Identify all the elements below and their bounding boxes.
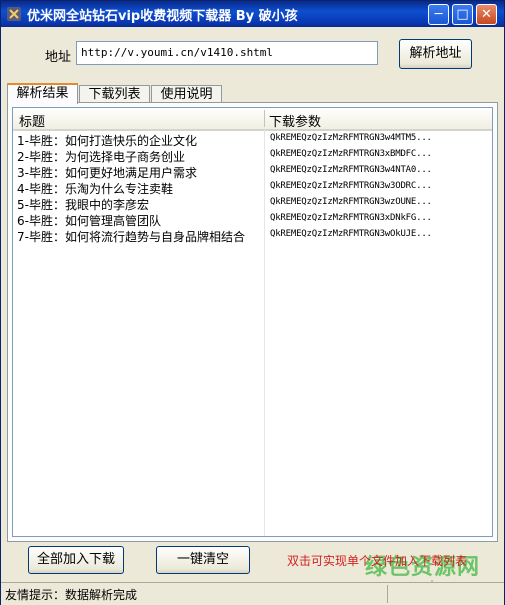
app-icon bbox=[7, 7, 21, 21]
column-header-param[interactable]: 下载参数 bbox=[269, 111, 321, 130]
row-param: QkREMEQzQzIzMzRFMTRGN3wOkUJE... bbox=[270, 229, 432, 239]
row-param: QkREMEQzQzIzMzRFMTRGN3w4NTA0... bbox=[270, 165, 432, 175]
row-param: QkREMEQzQzIzMzRFMTRGN3xBMDFC... bbox=[270, 149, 432, 159]
list-header: 标题 下载参数 bbox=[13, 108, 492, 131]
row-title: 2-毕胜：为何选择电子商务创业 bbox=[17, 150, 185, 164]
title-bar[interactable]: 优米网全站钻石vip收费视频下载器 By 破小孩 ─ □ ✕ bbox=[1, 1, 504, 27]
results-list[interactable]: 标题 下载参数 1-毕胜：如何打造快乐的企业文化 QkREMEQzQzIzMzR… bbox=[12, 107, 493, 537]
row-param: QkREMEQzQzIzMzRFMTRGN3xDNkFG... bbox=[270, 213, 432, 223]
status-bar: 友情提示：数据解析完成 bbox=[1, 582, 504, 605]
url-input[interactable]: http://v.youmi.cn/v1410.shtml bbox=[76, 41, 378, 65]
tab-panel: 标题 下载参数 1-毕胜：如何打造快乐的企业文化 QkREMEQzQzIzMzR… bbox=[7, 102, 498, 542]
table-row[interactable]: 4-毕胜：乐淘为什么专注卖鞋 QkREMEQzQzIzMzRFMTRGN3w3O… bbox=[13, 180, 492, 196]
minimize-icon: ─ bbox=[434, 7, 443, 22]
parse-address-button[interactable]: 解析地址 bbox=[399, 39, 472, 69]
row-title: 6-毕胜：如何管理高管团队 bbox=[17, 214, 161, 228]
close-icon: ✕ bbox=[481, 7, 492, 22]
row-title: 7-毕胜：如何将流行趋势与自身品牌相结合 bbox=[17, 230, 245, 244]
row-param: QkREMEQzQzIzMzRFMTRGN3w4MTM5... bbox=[270, 133, 432, 143]
header-separator[interactable] bbox=[264, 110, 265, 127]
maximize-button[interactable]: □ bbox=[452, 4, 473, 25]
url-label: 地址 bbox=[45, 50, 72, 65]
app-window: 优米网全站钻石vip收费视频下载器 By 破小孩 ─ □ ✕ 地址 http:/… bbox=[0, 0, 505, 605]
row-title: 3-毕胜：如何更好地满足用户需求 bbox=[17, 166, 197, 180]
row-title: 5-毕胜：我眼中的李彦宏 bbox=[17, 198, 149, 212]
minimize-button[interactable]: ─ bbox=[428, 4, 449, 25]
clear-all-button[interactable]: 一键清空 bbox=[156, 546, 250, 574]
status-divider bbox=[387, 585, 388, 603]
tab-instructions[interactable]: 使用说明 bbox=[151, 85, 222, 103]
table-row[interactable]: 5-毕胜：我眼中的李彦宏 QkREMEQzQzIzMzRFMTRGN3wzOUN… bbox=[13, 196, 492, 212]
hint-text: 双击可实现单个文件加入下载列表 bbox=[287, 554, 468, 568]
tab-parse-results[interactable]: 解析结果 bbox=[7, 83, 78, 104]
table-row[interactable]: 6-毕胜：如何管理高管团队 QkREMEQzQzIzMzRFMTRGN3xDNk… bbox=[13, 212, 492, 228]
status-text: 友情提示：数据解析完成 bbox=[5, 588, 138, 602]
maximize-icon: □ bbox=[456, 7, 469, 22]
table-row[interactable]: 7-毕胜：如何将流行趋势与自身品牌相结合 QkREMEQzQzIzMzRFMTR… bbox=[13, 228, 492, 244]
row-param: QkREMEQzQzIzMzRFMTRGN3w3ODRC... bbox=[270, 181, 432, 191]
row-title: 1-毕胜：如何打造快乐的企业文化 bbox=[17, 134, 197, 148]
window-title: 优米网全站钻石vip收费视频下载器 By 破小孩 bbox=[27, 9, 298, 24]
table-row[interactable]: 2-毕胜：为何选择电子商务创业 QkREMEQzQzIzMzRFMTRGN3xB… bbox=[13, 148, 492, 164]
tab-download-list[interactable]: 下载列表 bbox=[79, 85, 150, 103]
row-param: QkREMEQzQzIzMzRFMTRGN3wzOUNE... bbox=[270, 197, 432, 207]
close-button[interactable]: ✕ bbox=[476, 4, 497, 25]
add-all-download-button[interactable]: 全部加入下载 bbox=[28, 546, 124, 574]
table-row[interactable]: 1-毕胜：如何打造快乐的企业文化 QkREMEQzQzIzMzRFMTRGN3w… bbox=[13, 132, 492, 148]
row-title: 4-毕胜：乐淘为什么专注卖鞋 bbox=[17, 182, 173, 196]
column-header-title[interactable]: 标题 bbox=[19, 111, 45, 130]
table-row[interactable]: 3-毕胜：如何更好地满足用户需求 QkREMEQzQzIzMzRFMTRGN3w… bbox=[13, 164, 492, 180]
